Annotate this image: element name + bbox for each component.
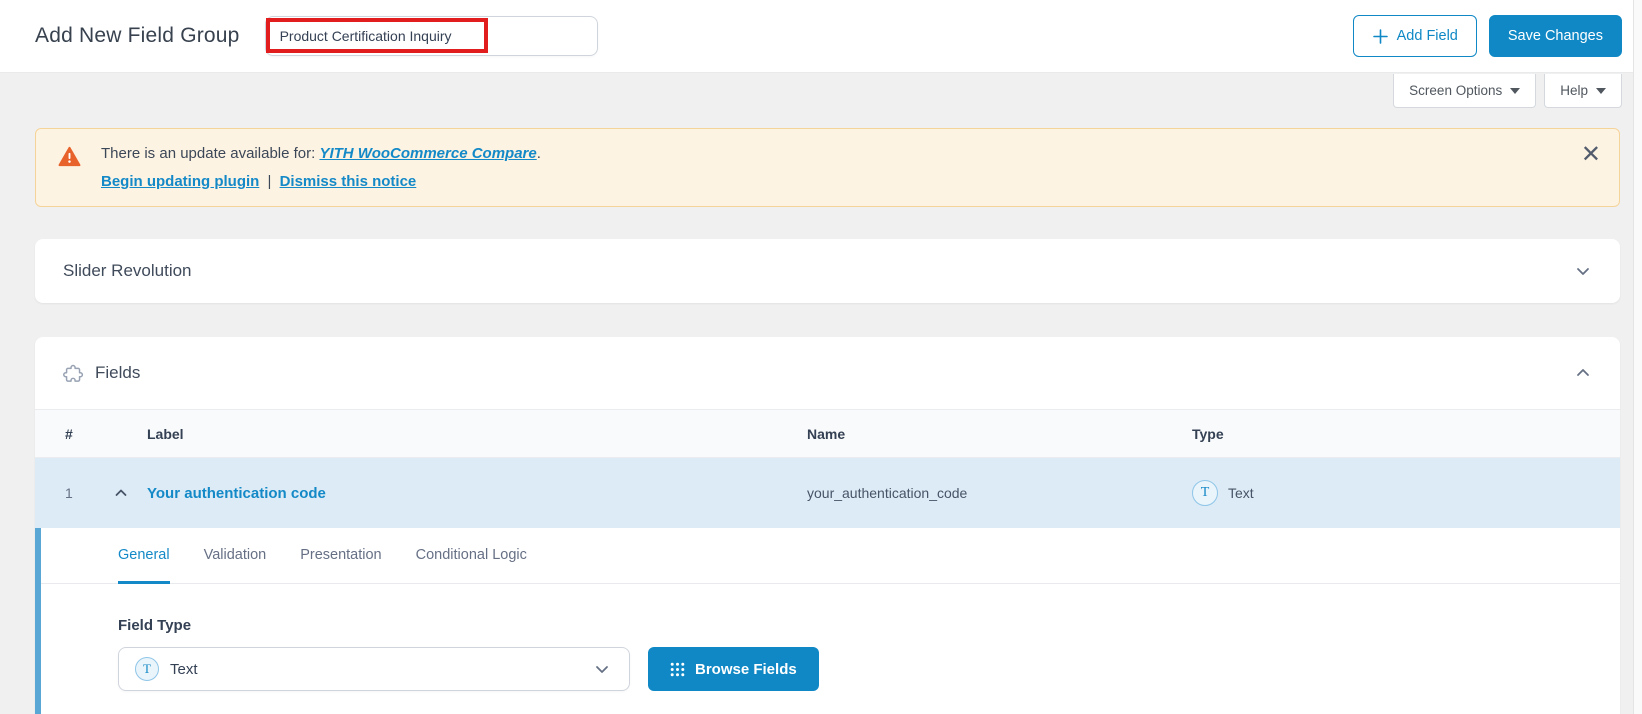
help-toggle[interactable]: Help	[1544, 74, 1622, 108]
fields-table-header: # Label Name Type	[35, 409, 1620, 458]
field-name: your_authentication_code	[807, 485, 968, 501]
warning-icon	[58, 146, 81, 191]
caret-down-icon	[1596, 87, 1606, 94]
dismiss-notice-link[interactable]: Dismiss this notice	[280, 173, 417, 190]
close-icon[interactable]: ✕	[1581, 143, 1601, 167]
chevron-down-icon	[593, 660, 611, 678]
notice-line-1: There is an update available for: YITH W…	[101, 145, 541, 163]
text-type-icon: T	[135, 657, 159, 681]
collapse-row-icon[interactable]	[113, 485, 147, 501]
field-type-value: Text	[1228, 485, 1254, 501]
screen-meta: Screen Options Help	[1393, 74, 1622, 108]
slider-revolution-panel[interactable]: Slider Revolution	[35, 239, 1620, 303]
column-type: Type	[1192, 425, 1224, 442]
page-header: Add New Field Group Add Field Save Chang…	[0, 0, 1642, 73]
save-changes-button[interactable]: Save Changes	[1488, 15, 1622, 57]
notice-prefix: There is an update available for:	[101, 145, 320, 162]
field-label-link[interactable]: Your authentication code	[147, 485, 807, 502]
slider-revolution-title: Slider Revolution	[63, 261, 192, 280]
field-type-row: T Text Browse Fields	[118, 647, 1620, 691]
fields-panel: Fields # Label Name Type 1 Your authenti…	[35, 337, 1620, 714]
browse-fields-label: Browse Fields	[695, 660, 797, 678]
row-number: 1	[65, 485, 73, 501]
notice-suffix: .	[536, 145, 541, 162]
grid-icon	[670, 662, 685, 677]
chevron-down-icon[interactable]	[1574, 262, 1592, 280]
page-body: There is an update available for: YITH W…	[0, 128, 1642, 714]
begin-updating-link[interactable]: Begin updating plugin	[101, 173, 259, 190]
plus-icon	[1372, 28, 1389, 45]
field-settings-panel: General Validation Presentation Conditio…	[35, 528, 1620, 714]
text-type-icon: T	[1192, 480, 1218, 506]
notice-line-2: Begin updating plugin | Dismiss this not…	[101, 173, 541, 191]
tab-general[interactable]: General	[118, 528, 170, 584]
browse-fields-button[interactable]: Browse Fields	[648, 647, 819, 691]
field-group-title-input[interactable]	[264, 16, 598, 56]
table-row[interactable]: 1 Your authentication code your_authenti…	[35, 458, 1620, 528]
column-name: Name	[807, 425, 846, 442]
add-field-button[interactable]: Add Field	[1352, 15, 1477, 57]
tab-conditional-logic[interactable]: Conditional Logic	[416, 528, 527, 584]
update-notice: There is an update available for: YITH W…	[35, 128, 1620, 207]
caret-down-icon	[1510, 87, 1521, 94]
plugin-update-link[interactable]: YITH WooCommerce Compare	[319, 145, 536, 162]
column-label: Label	[147, 425, 184, 442]
notice-text-block: There is an update available for: YITH W…	[101, 145, 541, 191]
chevron-up-icon[interactable]	[1574, 364, 1592, 382]
page-title: Add New Field Group	[35, 24, 240, 47]
fields-panel-title: Fields	[95, 363, 141, 382]
scrollbar[interactable]	[1633, 0, 1642, 714]
column-number: #	[65, 425, 73, 442]
notice-separator: |	[267, 173, 272, 190]
field-type-select[interactable]: T Text	[118, 647, 630, 691]
field-type-cell: T Text	[1192, 480, 1620, 506]
tab-validation[interactable]: Validation	[204, 528, 267, 584]
field-settings-tabs: General Validation Presentation Conditio…	[41, 528, 1620, 584]
general-tab-content: Field Type T Text Browse Fields	[41, 584, 1620, 691]
save-changes-label: Save Changes	[1507, 28, 1603, 44]
field-type-label: Field Type	[118, 617, 192, 634]
fields-panel-header[interactable]: Fields	[35, 337, 1620, 409]
help-label: Help	[1560, 83, 1588, 98]
header-actions: Add Field Save Changes	[1352, 15, 1622, 57]
screen-options-label: Screen Options	[1409, 83, 1503, 98]
puzzle-icon	[63, 363, 84, 384]
add-field-label: Add Field	[1396, 28, 1458, 44]
field-group-title-wrap	[264, 16, 598, 56]
tab-presentation[interactable]: Presentation	[300, 528, 381, 584]
screen-options-toggle[interactable]: Screen Options	[1393, 74, 1537, 108]
field-type-selected-value: Text	[170, 660, 198, 678]
